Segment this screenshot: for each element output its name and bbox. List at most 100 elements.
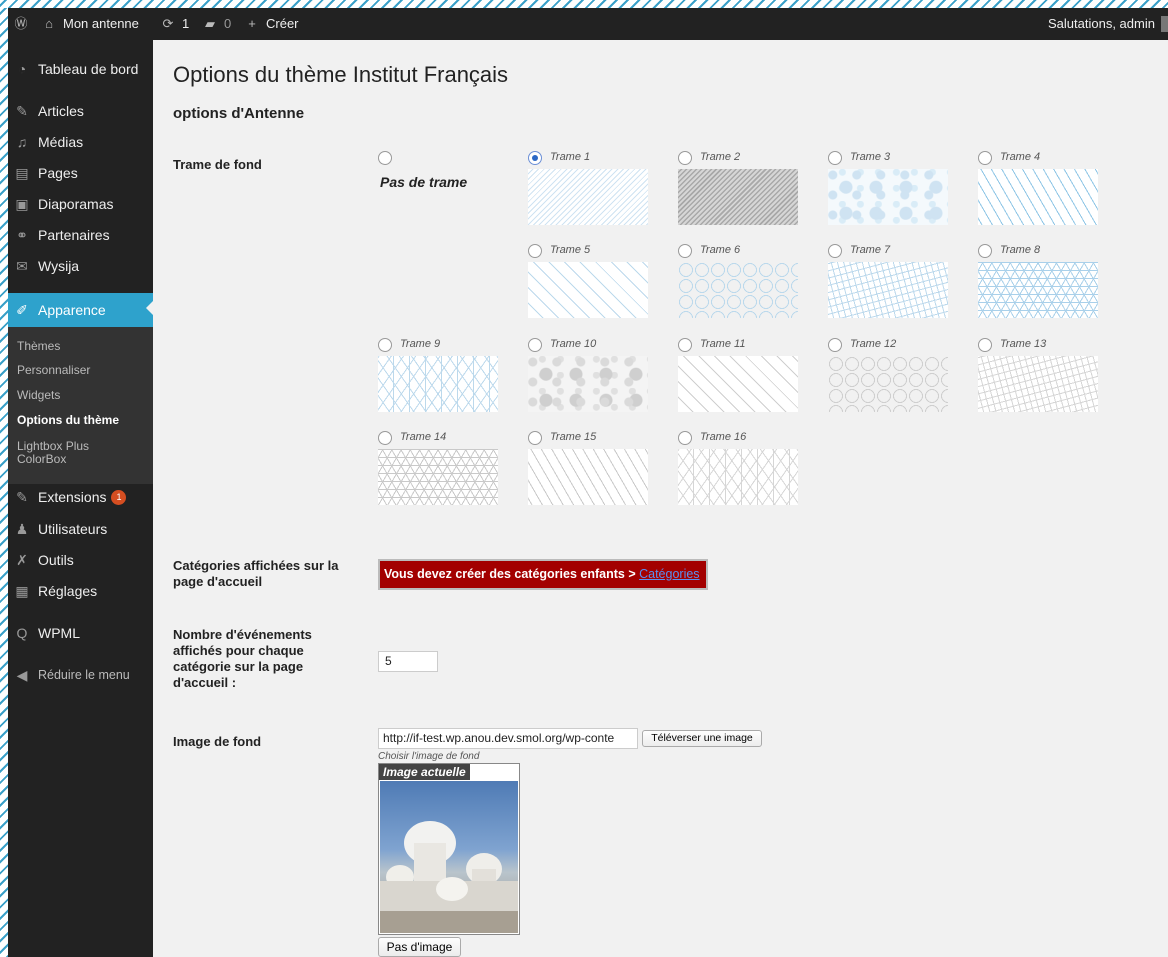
menu-label-wrap: Extensions 1 bbox=[38, 488, 127, 506]
menu-medias[interactable]: ♫ Médias bbox=[8, 127, 153, 157]
error-text: Vous devez créer des catégories enfants … bbox=[384, 567, 640, 581]
mosque-illustration bbox=[380, 821, 518, 933]
pin-icon: ✎ bbox=[16, 103, 28, 119]
radio-button[interactable] bbox=[678, 431, 692, 445]
radio-button[interactable] bbox=[828, 151, 842, 165]
pages-icon: ▤ bbox=[15, 165, 29, 181]
pattern-swatch[interactable] bbox=[678, 169, 798, 225]
main-content: Options du thème Institut Français optio… bbox=[153, 40, 1168, 957]
background-pattern-label: Trame de fond bbox=[173, 157, 262, 172]
background-image-label: Image de fond bbox=[173, 734, 262, 749]
radio-button[interactable] bbox=[528, 338, 542, 352]
menu-label: Réduire le menu bbox=[38, 668, 130, 682]
upload-image-button[interactable]: Téléverser une image bbox=[642, 730, 762, 747]
pattern-swatch[interactable] bbox=[378, 356, 498, 412]
comments-count: 0 bbox=[224, 16, 232, 31]
radio-button[interactable] bbox=[378, 338, 392, 352]
updates-link[interactable]: ⟳ 1 bbox=[160, 8, 190, 40]
pattern-label: Trame 8 bbox=[1000, 244, 1041, 256]
pattern-label: Trame 5 bbox=[550, 244, 591, 256]
pattern-label: Trame 4 bbox=[1000, 151, 1041, 163]
submenu-theme-options[interactable]: Options du thème bbox=[17, 414, 119, 427]
menu-dashboard[interactable]: ◔ Tableau de bord bbox=[8, 54, 153, 84]
radio-button[interactable] bbox=[978, 244, 992, 258]
comments-link[interactable]: ▰ 0 bbox=[202, 8, 231, 40]
radio-button[interactable] bbox=[378, 151, 392, 165]
submenu-customize[interactable]: Personnaliser bbox=[17, 364, 90, 377]
menu-label: Partenaires bbox=[38, 227, 110, 243]
wordpress-logo-icon: Ⓦ bbox=[14, 16, 28, 31]
no-image-button[interactable]: Pas d'image bbox=[378, 937, 461, 957]
submenu-widgets[interactable]: Widgets bbox=[17, 389, 60, 402]
menu-partenaires[interactable]: ⚭ Partenaires bbox=[8, 220, 153, 250]
menu-diaporamas[interactable]: ▣ Diaporamas bbox=[8, 189, 153, 219]
radio-button-selected[interactable] bbox=[528, 151, 542, 165]
wpml-icon: Q bbox=[16, 625, 28, 641]
radio-button[interactable] bbox=[978, 338, 992, 352]
menu-reglages[interactable]: ▦ Réglages bbox=[8, 576, 153, 606]
pattern-swatch[interactable] bbox=[678, 449, 798, 505]
no-pattern-label: Pas de trame bbox=[380, 174, 468, 190]
site-name-link[interactable]: ⌂ Mon antenne bbox=[41, 8, 139, 40]
menu-label: Apparence bbox=[38, 302, 106, 318]
menu-wpml[interactable]: Q WPML bbox=[8, 618, 153, 648]
menu-label: Pages bbox=[38, 165, 78, 181]
radio-button[interactable] bbox=[678, 151, 692, 165]
menu-pages[interactable]: ▤ Pages bbox=[8, 158, 153, 188]
radio-button[interactable] bbox=[678, 244, 692, 258]
menu-label: Wysija bbox=[38, 258, 80, 274]
current-image-frame: Image actuelle bbox=[378, 763, 520, 935]
menu-articles[interactable]: ✎ Articles bbox=[8, 96, 153, 126]
pattern-label: Trame 13 bbox=[1000, 338, 1047, 350]
pattern-swatch[interactable] bbox=[528, 262, 648, 318]
radio-button[interactable] bbox=[978, 151, 992, 165]
menu-apparence[interactable]: ✐ Apparence bbox=[8, 293, 154, 327]
pattern-label: Trame 1 bbox=[550, 151, 591, 163]
submenu-lightbox-plus[interactable]: Lightbox Plus ColorBox bbox=[17, 440, 127, 466]
page-title: Options du thème Institut Français bbox=[173, 62, 509, 87]
radio-button[interactable] bbox=[378, 431, 392, 445]
new-content-label: Créer bbox=[266, 16, 299, 31]
wp-logo-button[interactable]: Ⓦ bbox=[13, 8, 29, 40]
submenu-themes[interactable]: Thèmes bbox=[17, 340, 60, 353]
home-icon: ⌂ bbox=[45, 16, 53, 31]
menu-label: Outils bbox=[38, 552, 74, 568]
pattern-swatch[interactable] bbox=[978, 356, 1098, 412]
radio-button[interactable] bbox=[678, 338, 692, 352]
site-name-label: Mon antenne bbox=[63, 16, 139, 31]
pattern-swatch[interactable] bbox=[678, 262, 798, 318]
pattern-swatch[interactable] bbox=[828, 169, 948, 225]
collapse-menu-button[interactable]: ◀ Réduire le menu bbox=[8, 660, 153, 690]
partners-icon: ⚭ bbox=[16, 227, 28, 243]
menu-outils[interactable]: ✗ Outils bbox=[8, 545, 153, 575]
menu-extensions[interactable]: ✎ Extensions 1 bbox=[8, 482, 153, 512]
settings-icon: ▦ bbox=[15, 583, 29, 599]
radio-button[interactable] bbox=[528, 244, 542, 258]
pattern-swatch[interactable] bbox=[378, 449, 498, 505]
categories-link[interactable]: Catégories bbox=[639, 567, 699, 581]
pattern-label: Trame 10 bbox=[550, 338, 597, 350]
pattern-swatch[interactable] bbox=[528, 169, 648, 225]
pattern-swatch[interactable] bbox=[978, 262, 1098, 318]
menu-label: Extensions bbox=[38, 488, 107, 505]
new-content-link[interactable]: + Créer bbox=[244, 8, 299, 40]
pattern-swatch[interactable] bbox=[528, 356, 648, 412]
pattern-swatch[interactable] bbox=[978, 169, 1098, 225]
mail-icon: ✉ bbox=[16, 258, 28, 274]
my-account-link[interactable]: Salutations, admin bbox=[1048, 8, 1168, 40]
pattern-swatch[interactable] bbox=[828, 356, 948, 412]
radio-button[interactable] bbox=[828, 338, 842, 352]
greeting-label: Salutations, admin bbox=[1048, 16, 1155, 31]
background-image-url-input[interactable]: http://if-test.wp.anou.dev.smol.org/wp-c… bbox=[378, 728, 638, 749]
menu-wysija[interactable]: ✉ Wysija bbox=[8, 251, 153, 281]
radio-button[interactable] bbox=[828, 244, 842, 258]
update-badge: 1 bbox=[111, 490, 127, 506]
menu-utilisateurs[interactable]: ♟ Utilisateurs bbox=[8, 514, 153, 544]
menu-label: Articles bbox=[38, 103, 84, 119]
events-count-input[interactable]: 5 bbox=[378, 651, 438, 672]
pattern-swatch[interactable] bbox=[828, 262, 948, 318]
pattern-label: Trame 15 bbox=[550, 431, 597, 443]
radio-button[interactable] bbox=[528, 431, 542, 445]
pattern-swatch[interactable] bbox=[528, 449, 648, 505]
pattern-swatch[interactable] bbox=[678, 356, 798, 412]
